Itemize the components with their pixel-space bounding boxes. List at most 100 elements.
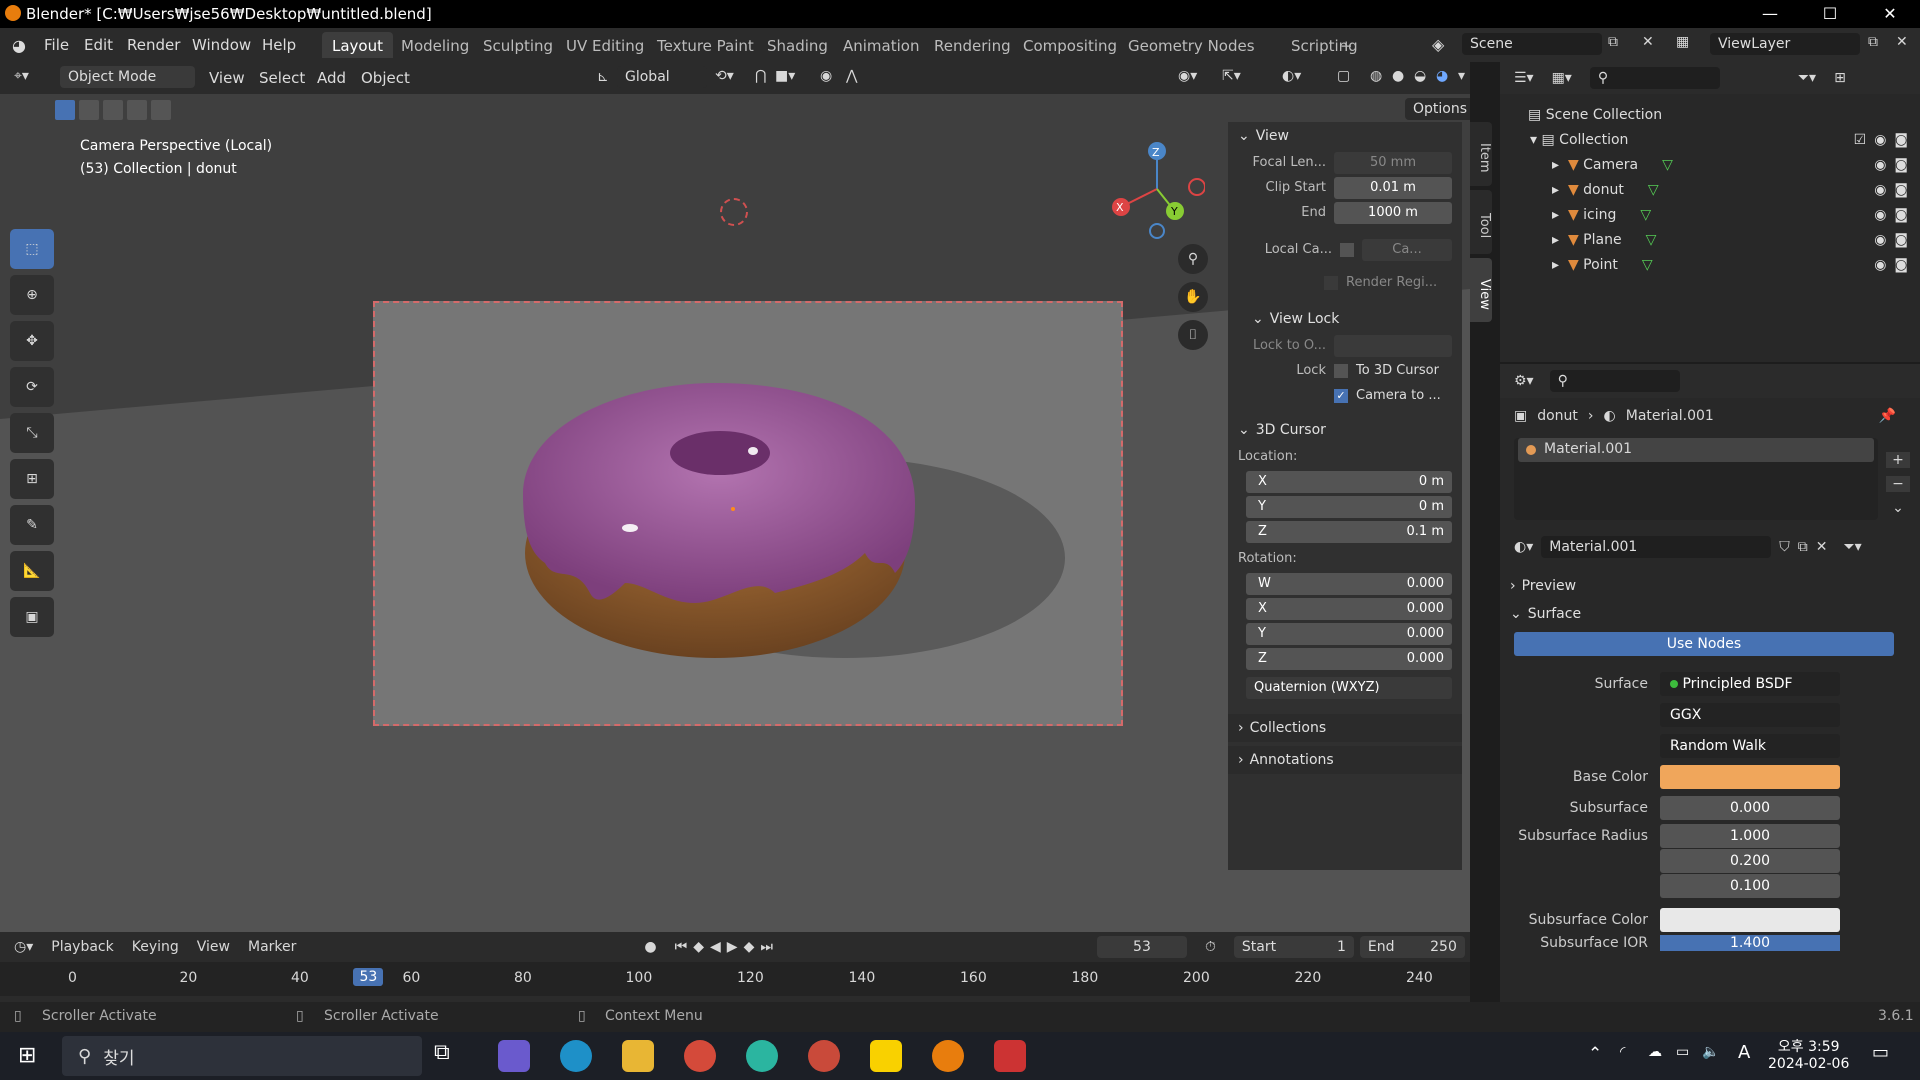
- preview-section-header[interactable]: › Preview: [1500, 572, 1920, 600]
- shading-options-icon[interactable]: ▾: [1458, 68, 1465, 84]
- filter-icon[interactable]: ⏷▾: [1798, 70, 1816, 86]
- collections-section-header[interactable]: › Collections: [1228, 714, 1462, 742]
- timeline-editor-icon[interactable]: ◷▾: [14, 939, 33, 955]
- subsurface-method-select[interactable]: Random Walk: [1660, 733, 1840, 758]
- display-mode-icon[interactable]: ▦▾: [1552, 70, 1572, 86]
- jump-end-icon[interactable]: ⏭: [760, 939, 779, 955]
- select-subtract-icon[interactable]: [103, 100, 123, 120]
- use-nodes-button[interactable]: Use Nodes: [1514, 632, 1894, 656]
- to-cursor-checkbox[interactable]: [1334, 363, 1348, 378]
- pivot-icon[interactable]: ⟲▾: [715, 68, 734, 84]
- cursor-tool-icon[interactable]: ⊕: [10, 275, 54, 315]
- orientation-select[interactable]: Global: [617, 66, 707, 88]
- data-icon[interactable]: ▽: [1648, 182, 1659, 198]
- gizmo-neg-x-icon[interactable]: [1188, 178, 1205, 196]
- current-frame-marker[interactable]: 53: [353, 968, 384, 986]
- exclude-checkbox-icon[interactable]: ☑: [1854, 132, 1867, 148]
- auto-keying-icon[interactable]: ●: [644, 939, 656, 955]
- subsurface-radius-z[interactable]: 0.100: [1660, 873, 1840, 898]
- tab-rendering[interactable]: Rendering: [924, 32, 1021, 58]
- view-lock-header[interactable]: ⌄ View Lock: [1228, 305, 1462, 333]
- volume-icon[interactable]: 🔈: [1702, 1044, 1719, 1060]
- material-browse-icon[interactable]: ◐▾: [1514, 539, 1533, 555]
- zoom-icon[interactable]: ⚲: [1178, 244, 1208, 274]
- location-y-field[interactable]: Y 0 m: [1246, 495, 1452, 518]
- notifications-icon[interactable]: ▭: [1872, 1042, 1889, 1063]
- unlink-material-icon[interactable]: ✕: [1816, 539, 1828, 555]
- stopwatch-icon[interactable]: ⏱: [1205, 939, 1216, 955]
- tab-tool[interactable]: Tool: [1470, 190, 1492, 254]
- ime-indicator[interactable]: A: [1738, 1042, 1750, 1063]
- battery-icon[interactable]: ▭: [1676, 1044, 1689, 1060]
- new-viewlayer-icon[interactable]: ⧉: [1868, 34, 1878, 50]
- camera-render-icon[interactable]: ◙: [1894, 132, 1908, 148]
- mode-select[interactable]: Object Mode: [60, 66, 195, 88]
- material-filter-icon[interactable]: ⏷▾: [1843, 539, 1861, 555]
- pan-hand-icon[interactable]: ✋: [1178, 282, 1208, 312]
- add-slot-icon[interactable]: +: [1886, 452, 1910, 468]
- gizmo-neg-z-icon[interactable]: [1149, 223, 1165, 239]
- tab-texture-paint[interactable]: Texture Paint: [647, 32, 764, 58]
- eye-icon[interactable]: ◉: [1874, 207, 1886, 223]
- tab-compositing[interactable]: Compositing: [1013, 32, 1127, 58]
- camera-render-icon[interactable]: ◙: [1894, 157, 1908, 173]
- file-explorer-icon[interactable]: [622, 1040, 654, 1072]
- properties-search-input[interactable]: ⚲: [1549, 370, 1680, 392]
- viewport-menu-select[interactable]: Select: [259, 69, 305, 87]
- edge-icon[interactable]: [560, 1040, 592, 1072]
- proportional-edit-icon[interactable]: ◉: [820, 68, 832, 84]
- select-box-tool-icon[interactable]: ⬚: [10, 229, 54, 269]
- remove-slot-icon[interactable]: −: [1886, 476, 1910, 492]
- timeline-menu-playback[interactable]: Playback: [51, 939, 113, 955]
- rotation-y-field[interactable]: Y 0.000: [1246, 622, 1452, 645]
- solid-shading-icon[interactable]: ●: [1392, 68, 1404, 84]
- menu-help[interactable]: Help: [262, 36, 296, 54]
- chrome-profile-icon[interactable]: [808, 1040, 840, 1072]
- options-dropdown[interactable]: Options: [1405, 98, 1470, 120]
- scene-icon[interactable]: ◈: [1432, 35, 1444, 54]
- properties-editor-icon[interactable]: ⚙▾: [1514, 373, 1534, 389]
- menu-render[interactable]: Render: [127, 36, 180, 54]
- eye-icon[interactable]: ◉: [1874, 182, 1886, 198]
- rotate-tool-icon[interactable]: ⟳: [10, 367, 54, 407]
- close-button[interactable]: ✕: [1865, 0, 1915, 28]
- 3d-cursor-header[interactable]: ⌄ 3D Cursor: [1228, 416, 1462, 444]
- tab-view[interactable]: View: [1470, 258, 1492, 322]
- viewport-menu-object[interactable]: Object: [361, 69, 410, 87]
- eye-icon[interactable]: ◉: [1874, 132, 1886, 148]
- duplicate-material-icon[interactable]: ⧉: [1798, 539, 1808, 555]
- menu-edit[interactable]: Edit: [84, 36, 113, 54]
- move-tool-icon[interactable]: ✥: [10, 321, 54, 361]
- camera-render-icon[interactable]: ◙: [1894, 207, 1908, 223]
- taskbar-search-box[interactable]: ⚲ 찾기: [62, 1036, 422, 1076]
- blender-menu-icon[interactable]: ◕: [12, 36, 26, 55]
- select-extend-icon[interactable]: [79, 100, 99, 120]
- minimize-button[interactable]: —: [1745, 0, 1795, 28]
- scale-tool-icon[interactable]: ⤡: [10, 413, 54, 453]
- app-icon[interactable]: [746, 1040, 778, 1072]
- remove-scene-icon[interactable]: ✕: [1642, 34, 1654, 50]
- eye-icon[interactable]: ◉: [1874, 157, 1886, 173]
- snap-icon[interactable]: ⋂: [755, 68, 766, 84]
- outliner-item-donut[interactable]: ▸ ▼ donut ▽ ◉ ◙: [1500, 177, 1920, 202]
- tab-modeling[interactable]: Modeling: [391, 32, 479, 58]
- kakaotalk-icon[interactable]: [870, 1040, 902, 1072]
- new-collection-icon[interactable]: ⊞: [1834, 70, 1846, 86]
- camera-to-view-checkbox[interactable]: ✓: [1334, 388, 1348, 403]
- material-shading-icon[interactable]: ◒: [1414, 68, 1426, 84]
- tab-geometry-nodes[interactable]: Geometry Nodes: [1118, 32, 1265, 58]
- camera-render-icon[interactable]: ◙: [1894, 257, 1908, 273]
- viewport-menu-add[interactable]: Add: [317, 69, 346, 87]
- rotation-x-field[interactable]: X 0.000: [1246, 597, 1452, 620]
- system-tray-chevron-icon[interactable]: ⌃: [1588, 1044, 1602, 1064]
- data-icon[interactable]: ▽: [1662, 157, 1673, 173]
- local-camera-checkbox[interactable]: [1340, 242, 1354, 257]
- add-workspace-button[interactable]: +: [1330, 32, 1363, 58]
- scene-collection-row[interactable]: ▤ Scene Collection: [1500, 102, 1920, 127]
- rendered-shading-icon[interactable]: ◕: [1436, 68, 1448, 84]
- viewlayer-icon[interactable]: ▦: [1676, 34, 1689, 50]
- select-intersect-icon[interactable]: [151, 100, 171, 120]
- scene-field[interactable]: Scene: [1462, 33, 1602, 55]
- xray-icon[interactable]: ▢: [1337, 68, 1350, 84]
- local-camera-field[interactable]: Ca...: [1362, 238, 1452, 261]
